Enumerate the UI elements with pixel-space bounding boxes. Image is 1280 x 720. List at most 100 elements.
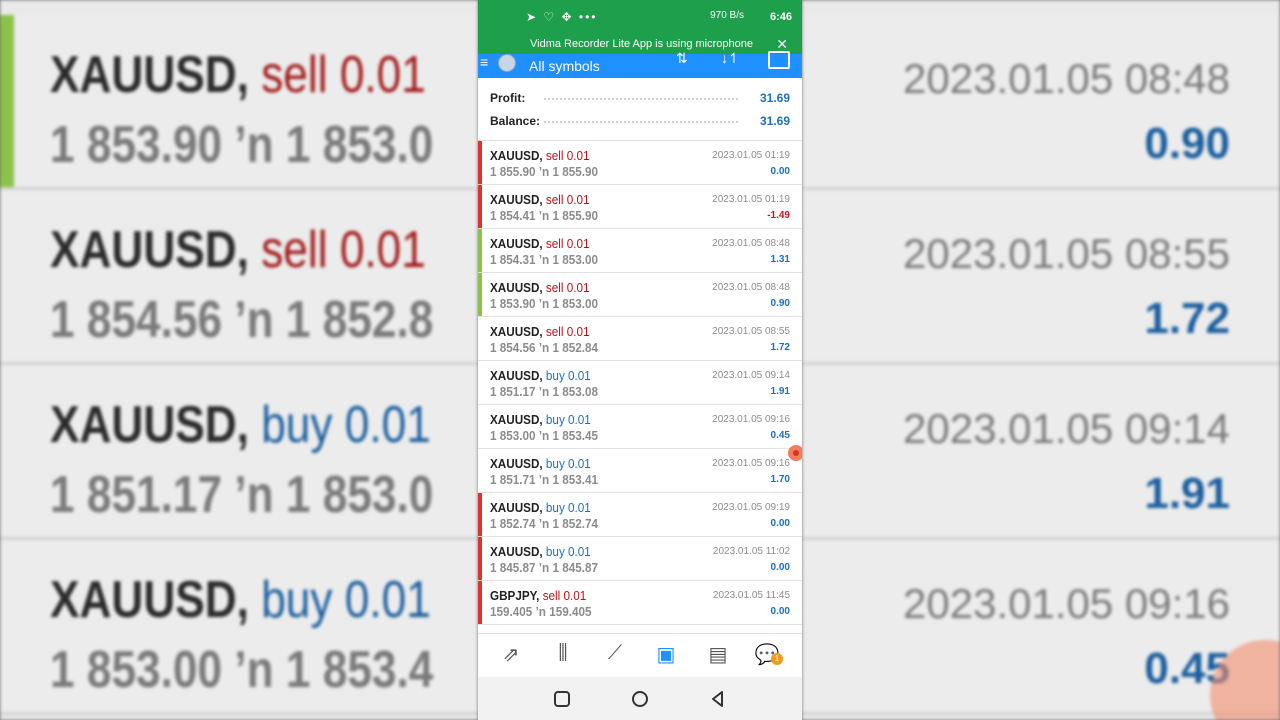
trade-date: 2023.01.05 09:14	[712, 370, 790, 381]
background-row: XAUUSD, sell 0.01 1 853.90 ʼn 1 853.0	[0, 15, 478, 190]
trade-profit: 0.90	[770, 298, 790, 309]
page-title[interactable]: All symbols	[529, 58, 600, 74]
broker-logo	[498, 54, 516, 72]
chat-icon[interactable]: 💬 1	[752, 642, 783, 668]
recorder-notification[interactable]: Vidma Recorder Lite App is using microph…	[478, 36, 802, 54]
list-item[interactable]: XAUUSD, buy 0.01 1 853.00 ʼn 1 853.45 2023…	[478, 405, 802, 449]
android-nav-bar	[478, 677, 802, 720]
menu-icon[interactable]: ≡	[480, 54, 488, 70]
trade-date: 2023.01.05 09:19	[712, 502, 790, 513]
list-item[interactable]: GBPJPY, sell 0.01 159.405 ʼn 159.405 2023.…	[478, 581, 802, 625]
trade-date: 2023.01.05 09:16	[712, 414, 790, 425]
trade-date: 2023.01.05 09:16	[712, 458, 790, 469]
symbol-text: XAUUSD, buy 0.01	[490, 456, 591, 471]
list-item[interactable]: XAUUSD, buy 0.01 1 845.87 ʼn 1 845.87 2023…	[478, 537, 802, 581]
symbol-text: XAUUSD, buy 0.01	[490, 368, 591, 383]
profit-row: Profit: 31.69	[490, 88, 790, 108]
trade-profit: 0.00	[770, 562, 790, 573]
background-left-blur: XAUUSD, sell 0.01 1 853.90 ʼn 1 853.0 XAUU…	[0, 0, 478, 720]
trade-date: 2023.01.05 08:48	[712, 238, 790, 249]
trade-action: sell 0.01	[545, 324, 590, 339]
background-row: 2023.01.05 09:16 0.45	[802, 540, 1280, 715]
trade-profit: 0.45	[770, 430, 790, 441]
list-item[interactable]: XAUUSD, buy 0.01 1 852.74 ʼn 1 852.74 2023…	[478, 493, 802, 537]
balance-value: 31.69	[759, 114, 790, 128]
list-item[interactable]: XAUUSD, sell 0.01 1 854.56 ʼn 1 852.84 202…	[478, 317, 802, 361]
phone-screen: ➤ ♡ ✥ ••• 970 B/s 6:46 Vidma Recorder Li…	[478, 0, 802, 720]
price-text: 1 855.90 ʼn 1 855.90	[490, 164, 598, 179]
list-item[interactable]: XAUUSD, sell 0.01 1 855.90 ʼn 1 855.90 202…	[478, 141, 802, 185]
trade-date: 2023.01.05 01:19	[712, 150, 790, 161]
price-text: 1 851.71 ʼn 1 853.41	[490, 472, 598, 487]
price-text: 1 851.17 ʼn 1 853.08	[490, 384, 598, 399]
trade-action: sell 0.01	[545, 236, 590, 251]
list-item[interactable]: XAUUSD, buy 0.01 1 851.71 ʼn 1 853.41 2023…	[478, 449, 802, 493]
calendar-icon[interactable]	[768, 51, 790, 69]
back-icon[interactable]	[708, 689, 728, 709]
app-header: ≡ All symbols ⇅ ↓↿	[478, 50, 802, 78]
price-text: 1 854.41 ʼn 1 855.90	[490, 208, 598, 223]
trade-date: 2023.01.05 11:02	[712, 546, 790, 557]
trade-profit: 0.00	[770, 166, 790, 177]
symbol-text: GBPJPY, sell 0.01	[490, 588, 587, 603]
account-summary: Profit: 31.69 Balance: 31.69	[478, 78, 802, 141]
background-row: 2023.01.05 08:48 0.90	[802, 15, 1280, 190]
symbol-text: XAUUSD, sell 0.01	[490, 324, 590, 339]
symbol-text: XAUUSD, sell 0.01	[490, 236, 590, 251]
symbol-text: XAUUSD, sell 0.01	[490, 280, 590, 295]
status-marker	[478, 317, 482, 360]
background-row: XAUUSD, sell 0.01 1 854.56 ʼn 1 852.8	[0, 190, 478, 365]
trade-action: buy 0.01	[545, 368, 591, 383]
trade-action: buy 0.01	[545, 456, 591, 471]
trade-action: buy 0.01	[545, 544, 591, 559]
trade-date: 2023.01.05 08:48	[712, 282, 790, 293]
price-text: 1 852.74 ʼn 1 852.74	[490, 516, 598, 531]
status-marker	[478, 229, 482, 272]
arrows-exchange-icon[interactable]: ⇗	[496, 642, 526, 668]
balance-label: Balance:	[490, 114, 541, 128]
price-text: 1 854.56 ʼn 1 852.84	[490, 340, 598, 355]
clock: 6:46	[769, 11, 792, 23]
price-text: 159.405 ʼn 159.405	[490, 604, 592, 619]
trade-profit: 1.70	[770, 474, 790, 485]
home-icon[interactable]	[630, 689, 650, 709]
sort-icon[interactable]: ↓↿	[721, 50, 740, 67]
newspaper-icon[interactable]: ▤	[703, 642, 733, 668]
trade-profit: 1.31	[770, 254, 790, 265]
deal-filter-icon[interactable]: ⇅	[676, 50, 688, 67]
trade-profit: 1.91	[770, 386, 790, 397]
balance-row: Balance: 31.69	[490, 111, 790, 131]
symbol-text: XAUUSD, sell 0.01	[490, 148, 590, 163]
symbol-text: XAUUSD, buy 0.01	[490, 544, 591, 559]
dotted-leader	[544, 121, 738, 123]
list-item[interactable]: XAUUSD, sell 0.01 1 853.90 ʼn 1 853.00 202…	[478, 273, 802, 317]
symbol-text: XAUUSD, buy 0.01	[490, 412, 591, 427]
trade-profit: 0.00	[770, 518, 790, 529]
trade-history-list: XAUUSD, sell 0.01 1 855.90 ʼn 1 855.90 202…	[478, 141, 802, 625]
net-speed: 970 B/s	[710, 10, 744, 21]
trade-action: buy 0.01	[545, 500, 591, 515]
price-text: 1 845.87 ʼn 1 845.87	[490, 560, 598, 575]
trade-profit: 1.72	[770, 342, 790, 353]
trade-profit: -1.49	[767, 210, 790, 221]
status-marker	[478, 537, 482, 580]
inbox-icon[interactable]: ▣	[651, 642, 681, 668]
list-item[interactable]: XAUUSD, sell 0.01 1 854.31 ʼn 1 853.00 202…	[478, 229, 802, 273]
candlestick-icon[interactable]: ⫼	[548, 642, 578, 668]
trade-action: sell 0.01	[542, 588, 587, 603]
trend-line-icon[interactable]: ⟋	[600, 642, 630, 668]
trade-action: sell 0.01	[545, 280, 590, 295]
list-item[interactable]: XAUUSD, buy 0.01 1 851.17 ʼn 1 853.08 2023…	[478, 361, 802, 405]
recent-apps-icon[interactable]	[552, 689, 572, 709]
status-marker	[478, 273, 482, 316]
background-row: 2023.01.05 09:14 1.91	[802, 365, 1280, 540]
status-marker	[478, 141, 482, 184]
screen-recorder-bubble[interactable]	[788, 445, 802, 461]
status-marker	[478, 581, 482, 624]
status-marker	[478, 405, 482, 448]
list-item[interactable]: XAUUSD, sell 0.01 1 854.41 ʼn 1 855.90 202…	[478, 185, 802, 229]
trade-action: sell 0.01	[545, 192, 590, 207]
price-text: 1 853.90 ʼn 1 853.00	[490, 296, 598, 311]
background-row: 2023.01.05 08:55 1.72	[802, 190, 1280, 365]
bottom-tab-bar: ⇗ ⫼ ⟋ ▣ ▤ 💬 1	[478, 633, 802, 678]
